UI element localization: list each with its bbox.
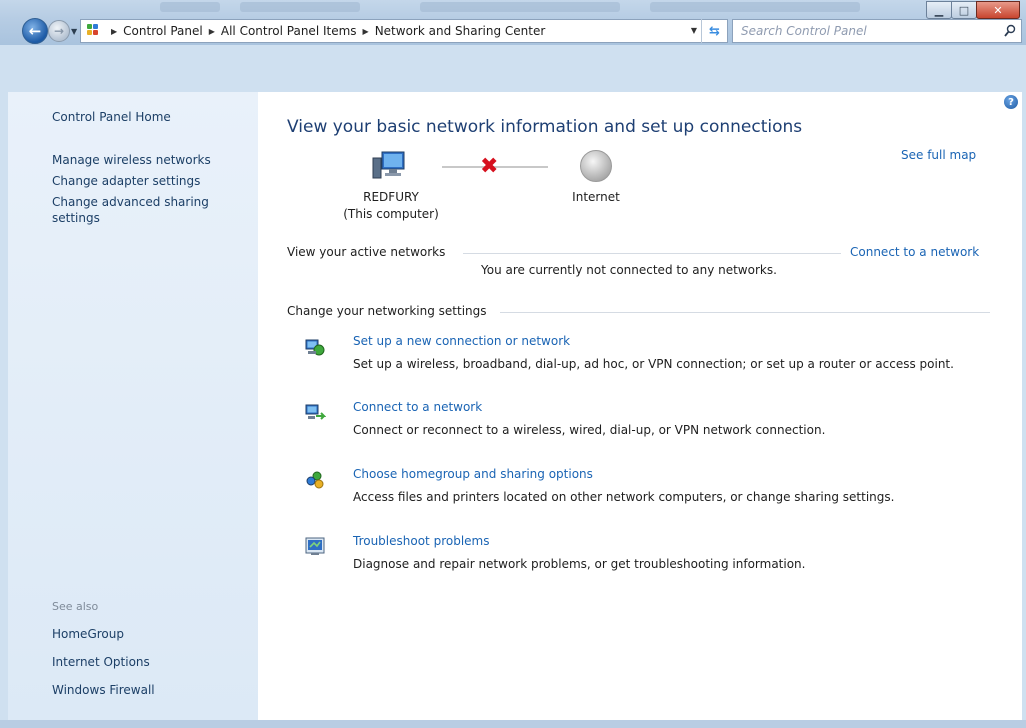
breadcrumb-arrow-icon[interactable]: ▶ [209,27,215,36]
window-controls: ▁ □ ✕ [926,1,1020,19]
this-computer-node: REDFURY (This computer) [326,189,456,223]
see-also-heading: See also [52,600,99,613]
task-description: Set up a wireless, broadband, dial-up, a… [353,357,954,371]
computer-icon[interactable] [371,150,405,180]
see-also-internet-options[interactable]: Internet Options [52,655,242,669]
control-panel-icon [87,24,103,38]
task-title[interactable]: Troubleshoot problems [353,534,489,548]
divider [463,253,841,254]
connect-to-network-link[interactable]: Connect to a network [850,245,979,259]
homegroup-icon[interactable] [304,468,326,490]
networking-settings-heading: Change your networking settings [287,304,487,318]
task-description: Access files and printers located on oth… [353,490,895,504]
page-title: View your basic network information and … [287,117,803,137]
task-title[interactable]: Connect to a network [353,400,482,414]
control-panel-home-link[interactable]: Control Panel Home [52,110,171,124]
troubleshoot-icon[interactable] [304,535,326,557]
main-content: ? View your basic network information an… [258,92,1022,720]
breadcrumb-network-sharing[interactable]: Network and Sharing Center [375,24,546,38]
see-also-homegroup[interactable]: HomeGroup [52,627,242,641]
blurred-taskbar-strip [160,2,220,12]
breadcrumb-all-items[interactable]: All Control Panel Items [221,24,357,38]
breadcrumb-arrow-icon[interactable]: ▶ [111,27,117,36]
back-button[interactable]: ← [22,18,48,44]
sidebar-item-change-adapter[interactable]: Change adapter settings [52,173,242,189]
active-networks-heading: View your active networks [287,245,446,259]
minimize-button[interactable]: ▁ [926,1,952,19]
sidebar-item-advanced-sharing[interactable]: Change advanced sharing settings [52,194,242,226]
see-also-windows-firewall[interactable]: Windows Firewall [52,683,242,697]
refresh-button[interactable]: ⇆ [701,19,727,43]
recent-pages-dropdown[interactable]: ▼ [71,27,77,36]
connect-network-icon[interactable] [304,401,326,423]
blurred-taskbar-strip [240,2,360,12]
task-description: Connect or reconnect to a wireless, wire… [353,423,826,437]
divider [500,312,990,313]
search-placeholder: Search Control Panel [741,24,867,38]
address-bar[interactable]: ▶ Control Panel ▶ All Control Panel Item… [80,19,728,43]
maximize-button[interactable]: □ [951,1,977,19]
address-dropdown-icon[interactable]: ▼ [691,26,697,35]
internet-node: Internet [572,190,620,204]
forward-button[interactable]: → [48,20,70,42]
help-icon[interactable]: ? [1004,95,1018,109]
task-title[interactable]: Choose homegroup and sharing options [353,467,593,481]
new-connection-icon[interactable] [304,335,326,357]
search-icon[interactable] [1004,24,1016,38]
disconnected-x-icon: ✖ [480,154,499,179]
breadcrumb-arrow-icon[interactable]: ▶ [363,27,369,36]
no-network-message: You are currently not connected to any n… [481,263,777,277]
task-title[interactable]: Set up a new connection or network [353,334,570,348]
window-bottom-border [0,720,1026,728]
breadcrumb-control-panel[interactable]: Control Panel [123,24,203,38]
computer-subtitle: (This computer) [343,207,439,221]
sidebar-item-manage-wireless[interactable]: Manage wireless networks [52,152,242,168]
blurred-taskbar-strip [420,2,620,12]
internet-globe-icon[interactable] [580,150,612,182]
task-description: Diagnose and repair network problems, or… [353,557,806,571]
search-input[interactable]: Search Control Panel [732,19,1022,43]
left-task-pane: Control Panel Home Manage wireless netwo… [8,92,258,720]
sidebar-task-links: Manage wireless networks Change adapter … [52,152,242,231]
blurred-taskbar-strip [650,2,860,12]
close-button[interactable]: ✕ [976,1,1020,19]
computer-name: REDFURY [363,190,419,204]
see-full-map-link[interactable]: See full map [901,148,976,162]
